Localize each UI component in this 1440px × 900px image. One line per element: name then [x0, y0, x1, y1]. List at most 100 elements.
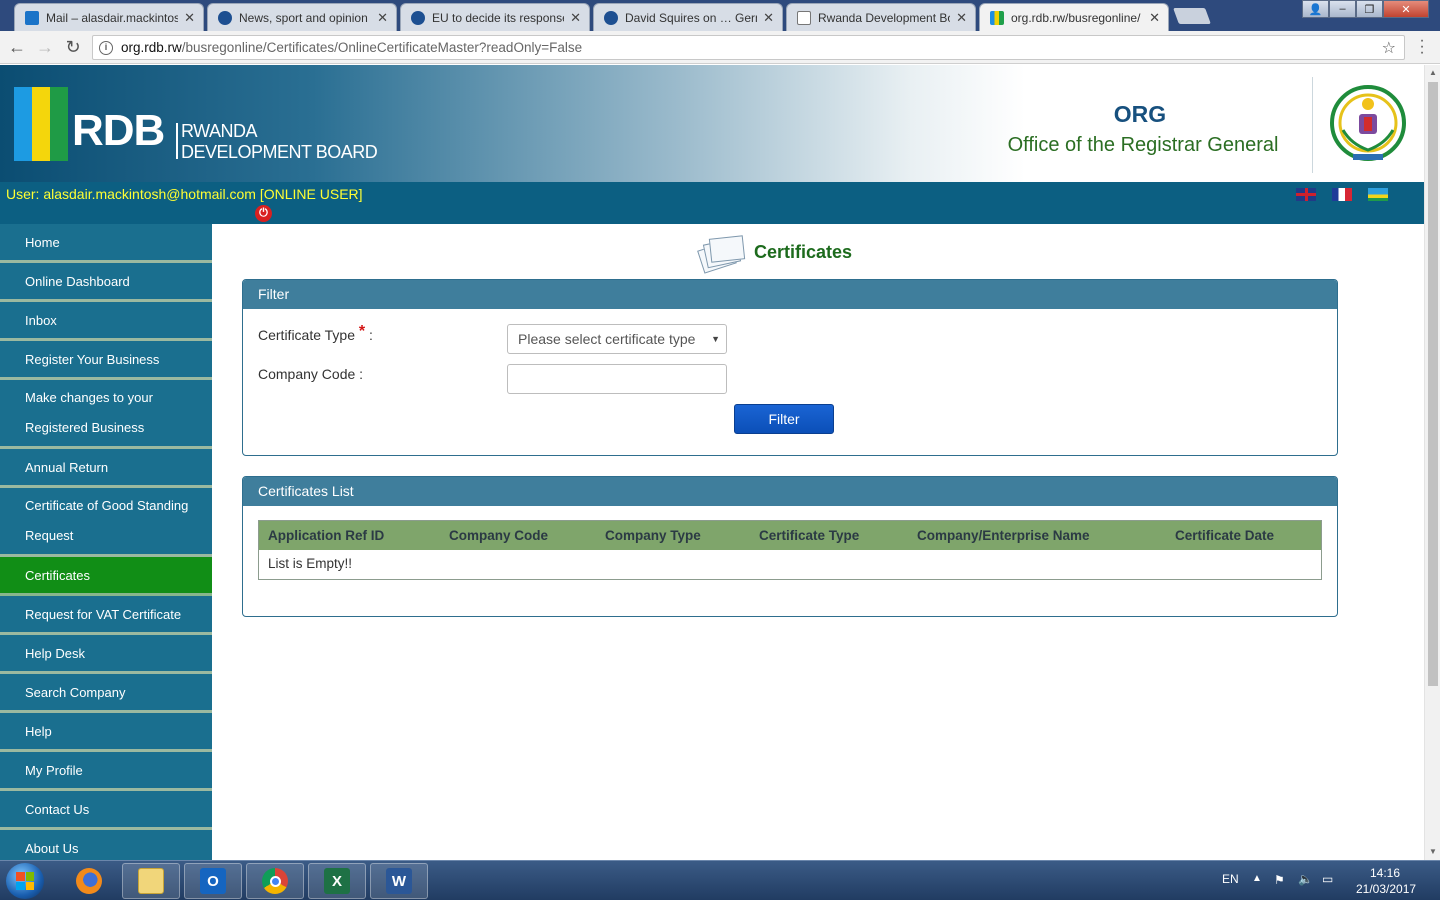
sidebar-item-label: Help — [25, 723, 52, 739]
address-bar[interactable]: i org.rdb.rw /busregonline/Certificates/… — [92, 35, 1405, 60]
windows-start-button[interactable] — [6, 863, 44, 899]
certificate-type-label-text: Certificate Type — [258, 327, 356, 343]
guardian-icon — [411, 10, 425, 25]
forward-icon[interactable]: → — [34, 36, 56, 58]
logo-line1: RWANDA — [181, 121, 258, 141]
network-icon[interactable]: ⚑ — [1274, 873, 1285, 887]
column-header[interactable]: Application Ref ID — [268, 528, 384, 543]
company-code-label: Company Code : — [258, 366, 364, 382]
browser-menu-icon[interactable]: · · · — [1415, 33, 1429, 61]
browser-toolbar: ← → ↻ i org.rdb.rw /busregonline/Certifi… — [0, 31, 1440, 64]
chrome-taskbar-button[interactable] — [246, 863, 304, 899]
language-indicator[interactable]: EN — [1222, 872, 1239, 886]
english-flag-icon[interactable] — [1296, 188, 1316, 201]
reload-icon[interactable]: ↻ — [62, 36, 84, 58]
logo-letters: RDB — [72, 106, 165, 155]
column-header[interactable]: Company Code — [449, 528, 548, 543]
outlook-icon: O — [200, 868, 226, 894]
user-bar: User: alasdair.mackintosh@hotmail.com [O… — [0, 182, 1424, 224]
certificate-icon — [696, 231, 748, 274]
tab-title: Rwanda Development Bo — [818, 10, 951, 25]
sidebar-item-annual-return[interactable]: Annual Return — [0, 449, 212, 488]
close-icon[interactable]: ✕ — [1149, 10, 1160, 26]
dropdown-arrow-icon: ▼ — [711, 334, 720, 344]
label-colon: : — [369, 327, 373, 343]
sidebar-item-inbox[interactable]: Inbox — [0, 302, 212, 341]
sidebar-item-my-profile[interactable]: My Profile — [0, 752, 212, 791]
close-icon[interactable]: ✕ — [570, 10, 581, 26]
windows-taskbar: O X W EN ▲ ⚑ 🔈 ▭ 14:16 21/03/2017 — [0, 860, 1440, 900]
header-divider — [1312, 77, 1313, 173]
sidebar-item-good-standing[interactable]: Certificate of Good Standing Request — [0, 488, 212, 557]
word-taskbar-button[interactable]: W — [370, 863, 428, 899]
sidebar-nav: Home Online Dashboard Inbox Register You… — [0, 224, 212, 869]
certificate-type-selected: Please select certificate type — [518, 331, 696, 347]
firefox-taskbar-button[interactable] — [60, 863, 118, 899]
close-icon[interactable]: ✕ — [763, 10, 774, 26]
sidebar-item-help-desk[interactable]: Help Desk — [0, 635, 212, 674]
explorer-taskbar-button[interactable] — [122, 863, 180, 899]
sidebar-item-make-changes[interactable]: Make changes to your Registered Business — [0, 380, 212, 449]
org-block: ORG Office of the Registrar General — [1008, 65, 1310, 182]
close-window-button[interactable]: ✕ — [1383, 0, 1429, 18]
guardian-icon — [604, 10, 618, 25]
bookmark-star-icon[interactable]: ☆ — [1382, 38, 1396, 58]
rdb-flag-logo — [14, 87, 68, 161]
restore-button[interactable]: ❐ — [1356, 0, 1383, 18]
scrollbar-thumb[interactable] — [1428, 82, 1438, 686]
browser-tab[interactable]: Mail – alasdair.mackintos ✕ — [14, 3, 204, 31]
url-path: /busregonline/Certificates/OnlineCertifi… — [181, 40, 583, 55]
sidebar-item-search-company[interactable]: Search Company — [0, 674, 212, 713]
sidebar-item-contact-us[interactable]: Contact Us — [0, 791, 212, 830]
sidebar-item-help[interactable]: Help — [0, 713, 212, 752]
company-code-input[interactable] — [507, 364, 727, 394]
close-icon[interactable]: ✕ — [184, 10, 195, 26]
column-header[interactable]: Certificate Date — [1175, 528, 1274, 543]
profile-icon[interactable]: 👤 — [1302, 0, 1329, 18]
browser-tab[interactable]: David Squires on … Germ ✕ — [593, 3, 783, 31]
scroll-up-icon[interactable]: ▲ — [1429, 68, 1437, 77]
display-icon[interactable]: ▭ — [1322, 872, 1333, 886]
required-marker: * — [358, 323, 366, 340]
url-host: org.rdb.rw — [121, 40, 182, 55]
sidebar-item-register-business[interactable]: Register Your Business — [0, 341, 212, 380]
browser-tab[interactable]: News, sport and opinion ✕ — [207, 3, 397, 31]
excel-taskbar-button[interactable]: X — [308, 863, 366, 899]
sidebar-item-online-dashboard[interactable]: Online Dashboard — [0, 263, 212, 302]
column-header[interactable]: Certificate Type — [759, 528, 859, 543]
page-scrollbar[interactable]: ▲ ▼ — [1424, 65, 1440, 860]
sidebar-item-vat-certificate[interactable]: Request for VAT Certificate — [0, 596, 212, 635]
volume-icon[interactable]: 🔈 — [1298, 872, 1313, 886]
certificate-type-select[interactable]: Please select certificate type ▼ — [507, 324, 727, 354]
clock-date[interactable]: 21/03/2017 — [1356, 882, 1416, 896]
browser-tab-active[interactable]: org.rdb.rw/busregonline/ ✕ — [979, 3, 1169, 32]
filter-button[interactable]: Filter — [734, 404, 834, 434]
browser-tab[interactable]: EU to decide its response ✕ — [400, 3, 590, 31]
column-header[interactable]: Company Type — [605, 528, 701, 543]
minimize-button[interactable]: – — [1329, 0, 1356, 18]
logo-line2: DEVELOPMENT BOARD — [181, 142, 378, 162]
french-flag-icon[interactable] — [1332, 188, 1352, 201]
outlook-taskbar-button[interactable]: O — [184, 863, 242, 899]
sidebar-item-label: Home — [25, 234, 60, 250]
sidebar-item-home[interactable]: Home — [0, 224, 212, 263]
sidebar-item-label: My Profile — [25, 762, 83, 778]
show-hidden-icons-icon[interactable]: ▲ — [1252, 873, 1262, 884]
page-icon — [797, 10, 811, 25]
sidebar-item-label: About Us — [25, 840, 79, 856]
close-icon[interactable]: ✕ — [956, 10, 967, 26]
browser-tab[interactable]: Rwanda Development Bo ✕ — [786, 3, 976, 31]
scroll-down-icon[interactable]: ▼ — [1429, 847, 1437, 856]
clock-time[interactable]: 14:16 — [1370, 866, 1400, 880]
kinyarwanda-flag-icon[interactable] — [1368, 188, 1388, 201]
column-header[interactable]: Company/Enterprise Name — [917, 528, 1090, 543]
logout-power-icon[interactable]: ⏻ — [255, 205, 272, 222]
user-info: User: alasdair.mackintosh@hotmail.com [O… — [6, 186, 363, 202]
rwanda-seal-icon — [1330, 85, 1406, 161]
back-icon[interactable]: ← — [6, 36, 28, 58]
info-icon[interactable]: i — [99, 40, 113, 55]
sidebar-item-certificates[interactable]: Certificates — [0, 557, 212, 596]
new-tab-button[interactable] — [1173, 8, 1211, 24]
chrome-icon — [262, 868, 288, 894]
close-icon[interactable]: ✕ — [377, 10, 388, 26]
